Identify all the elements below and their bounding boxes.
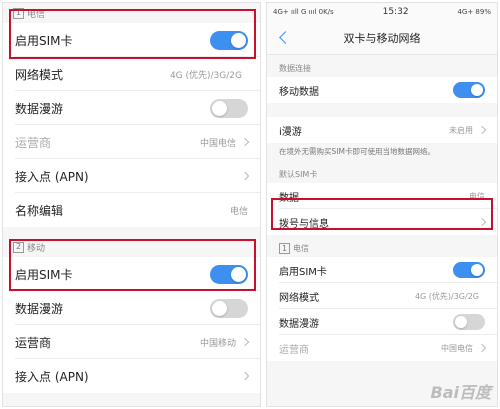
sim1-header: 1 电信 [3,3,260,23]
chevron-right-icon [477,125,487,135]
sim1-network-mode-label: 网络模式 [15,67,64,82]
sim1-carrier-value: 中国电信 [199,138,236,149]
status-time: 15:32 [382,7,409,17]
sim1-enable-row[interactable]: 启用SIM卡 [3,23,260,57]
default-sim-header: 默认SIM卡 [279,170,318,179]
toggle-knob [212,100,227,116]
sim1-roaming-toggle[interactable] [210,98,248,118]
status-battery: 4G+ 89% [457,8,491,16]
sim2-roaming-toggle[interactable] [210,298,248,318]
sim1-enable-label: 启用SIM卡 [15,33,73,48]
sim2-carrier-row[interactable]: 运营商 中国移动 [3,325,260,359]
toggle-knob [212,300,227,316]
sim1-number-icon: 1 [279,243,290,254]
sim1-title-right: 电信 [293,244,309,253]
sim1-title: 电信 [27,9,46,20]
dial-message-row[interactable]: 拨号与信息 [267,209,497,235]
sim2-carrier-value: 中国移动 [199,338,236,349]
sim1-header-right: 1 电信 [267,235,497,257]
sim1-number-icon: 1 [13,7,24,19]
toggle-knob [231,32,246,48]
data-sim-row[interactable]: 数据 电信 [267,183,497,209]
right-sim1-enable-toggle[interactable] [453,262,485,278]
sim2-roaming-label: 数据漫游 [15,301,64,316]
sim2-apn-row[interactable]: 接入点 (APN) [3,359,260,393]
right-network-mode-row[interactable]: 网络模式 4G (优先)/3G/2G [267,283,497,309]
data-sim-label: 数据 [279,192,299,204]
chevron-right-icon [240,337,250,347]
sim2-enable-row[interactable]: 启用SIM卡 [3,257,260,291]
right-carrier-value: 中国电信 [441,343,473,353]
sim1-network-mode-value: 4G (优先)/3G/2G [169,70,242,81]
right-dual-sim-panel: 4G+ ııll G ıııl 0K/s 15:32 4G+ 89% 双卡与移动… [266,2,498,407]
status-bar: 4G+ ııll G ıııl 0K/s 15:32 4G+ 89% [267,3,497,21]
sim2-roaming-row[interactable]: 数据漫游 [3,291,260,325]
sim1-name-edit-row[interactable]: 名称编辑 电信 [3,193,260,227]
sim2-title: 移动 [27,243,46,254]
right-carrier-row[interactable]: 运营商 中国电信 [267,335,497,361]
right-roaming-label: 数据漫游 [279,318,319,330]
sim1-name-edit-value: 电信 [229,206,248,217]
chevron-right-icon [477,217,487,227]
sim1-carrier-row[interactable]: 运营商 中国电信 [3,125,260,159]
right-roaming-toggle[interactable] [453,314,485,330]
sim1-name-edit-label: 名称编辑 [15,203,64,218]
sim2-enable-toggle[interactable] [210,264,248,284]
mobile-data-label: 移动数据 [279,86,319,98]
chevron-right-icon [240,137,250,147]
chevron-right-icon [240,371,250,381]
chevron-right-icon [477,343,487,353]
right-sim1-enable-row[interactable]: 启用SIM卡 [267,257,497,283]
sim1-roaming-row[interactable]: 数据漫游 [3,91,260,125]
sim1-apn-label: 接入点 (APN) [15,169,89,184]
sim2-enable-label: 启用SIM卡 [15,267,73,282]
sim2-apn-label: 接入点 (APN) [15,369,89,384]
data-sim-value: 电信 [469,191,485,201]
nav-bar: 双卡与移动网络 [267,21,497,55]
iroam-label: i漫游 [279,126,302,138]
watermark-logo: Bai百度 [430,383,491,402]
sim1-roaming-label: 数据漫游 [15,101,64,116]
mobile-data-toggle[interactable] [453,82,485,98]
toggle-knob [455,316,467,328]
status-signal: 4G+ ııll G ıııl 0K/s [273,8,334,16]
sim1-enable-toggle[interactable] [210,30,248,50]
right-network-mode-label: 网络模式 [279,292,319,304]
chevron-right-icon [240,171,250,181]
toggle-knob [471,84,483,96]
toggle-knob [471,264,483,276]
dial-message-label: 拨号与信息 [279,218,329,230]
right-network-mode-value: 4G (优先)/3G/2G [414,291,479,301]
sim2-carrier-label: 运营商 [15,335,52,350]
sim2-number-icon: 2 [13,241,24,253]
sim1-network-mode-row[interactable]: 网络模式 4G (优先)/3G/2G [3,57,260,91]
left-settings-panel: 1 电信 启用SIM卡 网络模式 4G (优先)/3G/2G 数据漫游 运营商 … [2,2,261,407]
sim2-header: 2 移动 [3,237,260,257]
right-carrier-label: 运营商 [279,344,309,356]
data-connection-header: 数据连接 [279,64,311,73]
iroam-row[interactable]: i漫游 未启用 [267,117,497,143]
iroam-value: 未启用 [449,125,473,135]
iroam-note: 在境外无需购买SIM卡即可使用当地数据网络。 [267,143,497,161]
right-roaming-row[interactable]: 数据漫游 [267,309,497,335]
mobile-data-row[interactable]: 移动数据 [267,77,497,103]
sim1-apn-row[interactable]: 接入点 (APN) [3,159,260,193]
sim1-carrier-label: 运营商 [15,135,52,150]
right-sim1-enable-label: 启用SIM卡 [279,266,327,278]
page-title: 双卡与移动网络 [343,31,421,45]
toggle-knob [231,266,246,282]
